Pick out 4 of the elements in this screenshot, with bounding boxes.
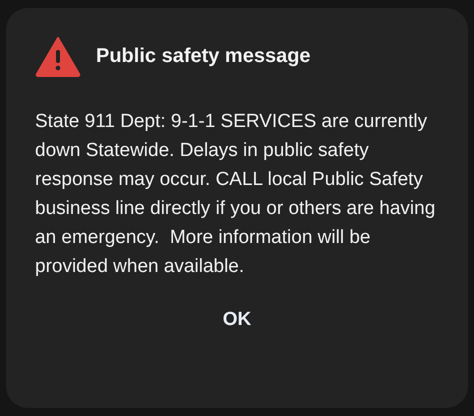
warning-icon [35,35,81,77]
ok-button[interactable]: OK [210,303,264,337]
dialog-title: Public safety message [96,44,311,68]
alert-message: State 911 Dept: 9-1-1 SERVICES are currently down Statewide. Delays in public safety response may occur. CALL local Public Safety business line directly if you or others are having an emergency. More information will be provided when available. [35,110,436,279]
